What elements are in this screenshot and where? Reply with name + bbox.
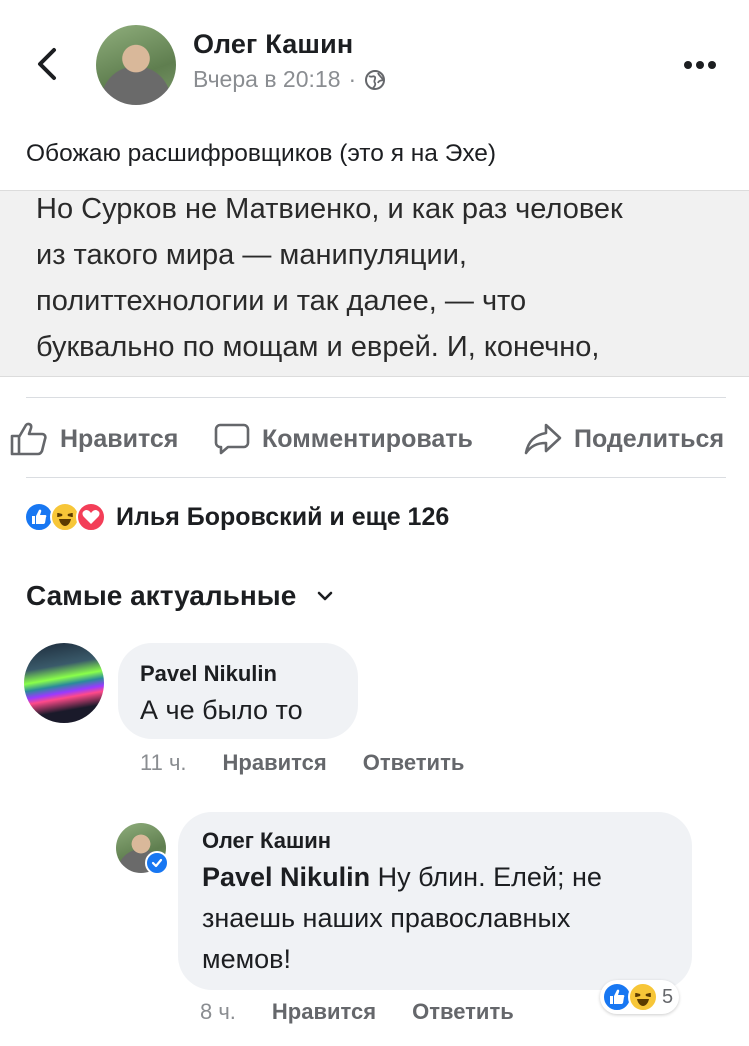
comment-sort-dropdown[interactable]: Самые актуальные <box>26 580 334 612</box>
love-reaction-icon <box>76 502 106 532</box>
post-meta: Вчера в 20:18 · <box>193 66 386 93</box>
commenter-avatar[interactable] <box>24 643 104 723</box>
haha-reaction-icon <box>628 982 658 1012</box>
share-label: Поделиться <box>574 424 725 453</box>
quote-line: политтехнологии и так далее, — что <box>36 285 527 317</box>
reply-reply-button[interactable]: Ответить <box>412 999 514 1025</box>
share-button[interactable]: Поделиться <box>524 422 724 456</box>
verified-icon <box>145 851 169 875</box>
divider <box>26 477 726 478</box>
more-options-button[interactable] <box>682 50 718 71</box>
comment-label: Комментировать <box>262 424 473 453</box>
reply-reaction-count: 5 <box>662 985 674 1008</box>
comment-button[interactable]: Комментировать <box>214 422 473 456</box>
back-button[interactable] <box>30 44 66 84</box>
like-label: Нравится <box>60 424 179 453</box>
sort-label: Самые актуальные <box>26 580 297 611</box>
divider <box>26 397 726 398</box>
share-icon <box>524 423 562 455</box>
more-dots-icon <box>684 61 716 69</box>
reply-mention[interactable]: Pavel Nikulin <box>202 862 370 892</box>
chevron-left-icon <box>38 48 56 80</box>
quote-line: буквально по мощам и еврей. И, конечно, <box>36 331 600 363</box>
post-header: Олег Кашин Вчера в 20:18 · <box>0 0 749 120</box>
author-avatar[interactable] <box>96 25 176 105</box>
reply-text-line: мемов! <box>202 944 292 974</box>
reply-text-line: знаешь наших православных <box>202 903 571 933</box>
reply-like-button[interactable]: Нравится <box>272 999 376 1025</box>
reply-meta: 8 ч. Нравится Ответить <box>200 999 514 1025</box>
comment-meta: 11 ч. Нравится Ответить <box>140 750 464 776</box>
comment-like-button[interactable]: Нравится <box>223 750 327 776</box>
meta-separator: · <box>348 66 357 92</box>
reply-time[interactable]: 8 ч. <box>200 999 236 1025</box>
comment-time[interactable]: 11 ч. <box>140 750 187 776</box>
comment-author[interactable]: Pavel Nikulin <box>140 661 277 687</box>
comment-bubble: Pavel Nikulin А че было то <box>118 643 358 739</box>
reply-text-part: Ну блин. Елей; не <box>377 862 602 892</box>
quote-line: из такого мира — манипуляции, <box>36 239 467 271</box>
post-time[interactable]: Вчера в 20:18 <box>193 66 341 93</box>
thumbs-up-icon <box>10 422 47 456</box>
globe-icon <box>365 69 386 90</box>
reply-reactions[interactable]: 5 <box>600 980 680 1014</box>
comment-icon <box>214 423 250 455</box>
reactions-summary[interactable]: Илья Боровский и еще 126 <box>24 502 449 532</box>
post-action-bar: Нравится Комментировать Поделиться <box>0 412 749 468</box>
comment-text: А че было то <box>140 695 303 725</box>
post-image-quote[interactable]: Но Сурков не Матвиенко, и как раз челове… <box>0 190 749 377</box>
reply-author[interactable]: Олег Кашин <box>202 828 331 854</box>
chevron-down-icon <box>317 591 333 601</box>
post-author-name[interactable]: Олег Кашин <box>193 29 353 60</box>
reactions-summary-text: Илья Боровский и еще 126 <box>116 502 450 531</box>
quote-line: Но Сурков не Матвиенко, и как раз челове… <box>36 193 623 225</box>
comment-reply-button[interactable]: Ответить <box>363 750 465 776</box>
post-text: Обожаю расшифровщиков (это я на Эхе) <box>26 140 497 167</box>
reply-text-line: Pavel Nikulin Ну блин. Елей; не <box>202 862 602 893</box>
reply-bubble: Олег Кашин Pavel Nikulin Ну блин. Елей; … <box>178 812 692 990</box>
like-button[interactable]: Нравится <box>10 422 178 456</box>
